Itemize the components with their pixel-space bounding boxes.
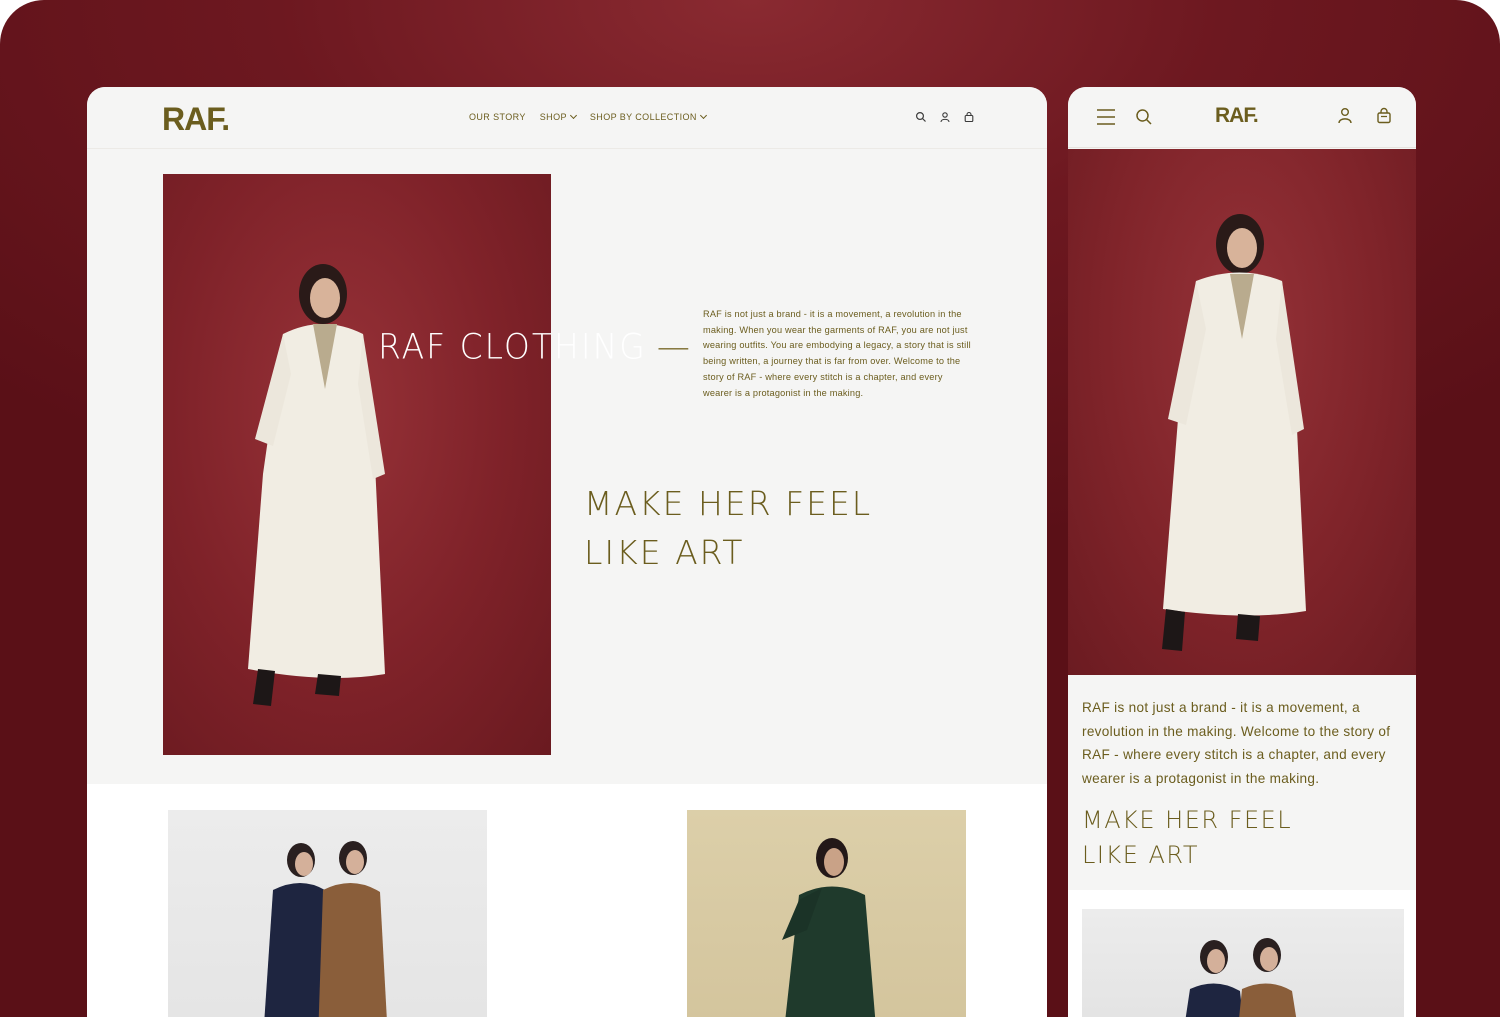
nav-shop-by-collection[interactable]: SHOP BY COLLECTION xyxy=(590,111,707,122)
models-figure xyxy=(264,841,387,1017)
search-icon[interactable] xyxy=(1135,108,1153,126)
mobile-hero-image xyxy=(1068,149,1416,675)
hero-title-dash: — xyxy=(656,326,692,367)
mobile-product-image-duo[interactable] xyxy=(1082,909,1404,1017)
model-figure xyxy=(248,264,385,706)
account-icon[interactable] xyxy=(1337,107,1353,124)
tagline-line-1: MAKE HER FEEL xyxy=(1082,806,1293,834)
account-icon[interactable] xyxy=(939,111,951,123)
tagline-line-2: LIKE ART xyxy=(1082,841,1199,869)
hero-title: RAF CLOTHING — xyxy=(378,326,692,367)
showcase-background: RAF. OUR STORY SHOP SHOP BY COLLECTION R… xyxy=(0,0,1500,1017)
product-image-green-dress[interactable] xyxy=(687,810,966,1017)
mobile-header: RAF. xyxy=(1068,87,1416,148)
chevron-down-icon xyxy=(699,111,707,120)
model-figure xyxy=(1162,214,1306,651)
hero-tagline: MAKE HER FEEL LIKE ART xyxy=(584,479,872,577)
product-image-duo[interactable] xyxy=(168,810,487,1017)
model-green-figure xyxy=(782,838,876,1017)
desktop-preview: RAF. OUR STORY SHOP SHOP BY COLLECTION R… xyxy=(87,87,1047,1017)
cart-icon[interactable] xyxy=(1376,107,1392,124)
nav-our-story[interactable]: OUR STORY xyxy=(469,112,526,122)
tagline-line-2: LIKE ART xyxy=(584,533,745,572)
main-nav: OUR STORY SHOP SHOP BY COLLECTION xyxy=(469,111,707,122)
nav-shop[interactable]: SHOP xyxy=(540,111,577,122)
mobile-preview: RAF. RAF is not just a brand - it is a m… xyxy=(1068,87,1416,1017)
header-actions xyxy=(915,111,975,123)
brand-logo[interactable]: RAF. xyxy=(1215,104,1259,128)
cart-icon[interactable] xyxy=(963,111,975,123)
mobile-description: RAF is not just a brand - it is a moveme… xyxy=(1082,700,1391,787)
search-icon[interactable] xyxy=(915,111,927,123)
brand-logo[interactable]: RAF. xyxy=(162,101,230,138)
menu-icon[interactable] xyxy=(1096,108,1116,126)
hero-model-image xyxy=(163,174,551,755)
chevron-down-icon xyxy=(569,111,577,120)
hero-description: RAF is not just a brand - it is a moveme… xyxy=(703,309,971,398)
models-figure xyxy=(1185,938,1297,1017)
tagline-line-1: MAKE HER FEEL xyxy=(584,484,873,523)
hero-title-text: RAF CLOTHING xyxy=(378,326,647,367)
mobile-tagline: MAKE HER FEEL LIKE ART xyxy=(1082,803,1292,873)
desktop-header: RAF. OUR STORY SHOP SHOP BY COLLECTION xyxy=(87,87,1047,149)
